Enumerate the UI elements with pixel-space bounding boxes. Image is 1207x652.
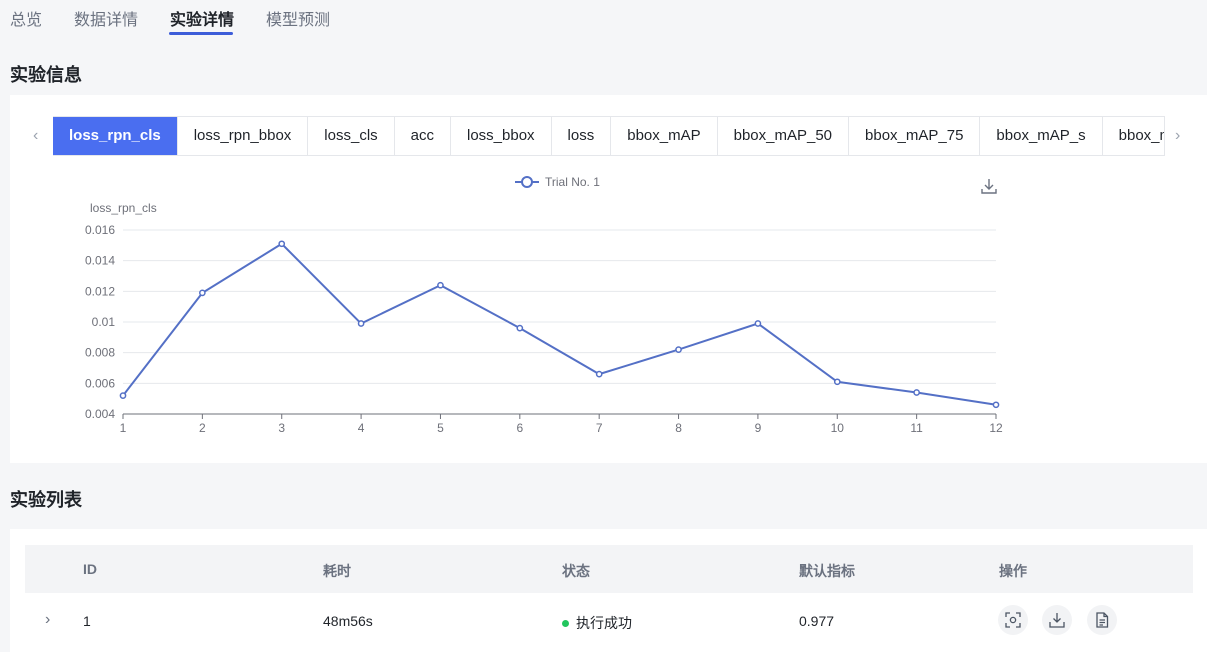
download-model-button[interactable] (1042, 605, 1072, 635)
metric-tab-bbox-mAP-m[interactable]: bbox_mAP_m (1103, 117, 1164, 155)
data-point (437, 281, 444, 289)
legend-label: Trial No. 1 (545, 175, 600, 189)
view-log-button[interactable] (1087, 605, 1117, 635)
metric-line-chart: 0.0040.0060.0080.010.0120.0140.0161 2 3 4 5 6… (85, 175, 1003, 435)
chevron-left-icon[interactable]: ‹ (33, 127, 38, 145)
experiment-list-title: 实验列表 (10, 490, 82, 510)
data-point (992, 401, 1000, 409)
legend-marker (521, 176, 533, 188)
x-tick-label: 2 (199, 421, 206, 435)
expand-row-icon[interactable]: › (45, 611, 50, 629)
scan-icon (1005, 612, 1021, 628)
download-icon (1049, 613, 1065, 628)
metric-tab-loss-cls[interactable]: loss_cls (308, 117, 395, 155)
y-tick-label: 0.014 (85, 254, 115, 268)
y-tick-label: 0.004 (85, 407, 115, 421)
x-tick-label: 7 (596, 421, 603, 435)
x-tick-label: 5 (437, 421, 444, 435)
data-point (278, 240, 286, 248)
metric-tab-bbox-mAP[interactable]: bbox_mAP (611, 117, 718, 155)
metric-tab-acc[interactable]: acc (395, 117, 451, 155)
y-tick-label: 0.012 (85, 284, 115, 298)
x-tick-label: 10 (831, 421, 845, 435)
x-tick-label: 1 (120, 421, 127, 435)
column-header-actions: 操作 (999, 563, 1027, 579)
metric-tab-loss-rpn-cls[interactable]: loss_rpn_cls (53, 117, 178, 155)
metric-tabs-bar: loss_rpn_cls loss_rpn_bbox loss_cls acc loss… (53, 116, 1165, 156)
series-line (122, 242, 997, 406)
data-point (357, 320, 365, 327)
column-header-id: ID (83, 561, 97, 577)
row-metric: 0.977 (799, 613, 835, 629)
metric-tab-loss-rpn-bbox[interactable]: loss_rpn_bbox (178, 117, 309, 155)
x-tick-label: 4 (358, 421, 365, 435)
data-point (913, 389, 920, 396)
row-id: 1 (83, 613, 91, 629)
x-tick-label: 11 (910, 421, 923, 435)
document-icon (1096, 612, 1109, 628)
metric-tab-bbox-mAP-50[interactable]: bbox_mAP_50 (718, 117, 850, 155)
row-duration: 48m56s (323, 613, 373, 629)
column-header-duration: 耗时 (323, 563, 351, 579)
view-screenshot-button[interactable] (998, 605, 1028, 635)
column-header-metric: 默认指标 (799, 563, 855, 579)
experiment-info-title: 实验信息 (10, 65, 82, 85)
y-tick-label: 0.008 (85, 346, 115, 360)
data-point (595, 370, 603, 378)
y-axis-label: loss_rpn_cls (90, 201, 157, 215)
column-header-status: 状态 (562, 563, 590, 579)
x-tick-label: 12 (989, 421, 1003, 435)
tab-data-details[interactable]: 数据详情 (74, 6, 138, 30)
x-tick-label: 3 (278, 421, 285, 435)
data-point (754, 320, 762, 327)
y-tick-label: 0.01 (92, 315, 116, 329)
metric-tab-loss-bbox[interactable]: loss_bbox (451, 117, 552, 155)
x-tick-label: 9 (755, 421, 762, 435)
row-status-text: 执行成功 (576, 615, 632, 631)
data-point (516, 324, 524, 332)
data-point (833, 378, 841, 386)
tab-experiment-details[interactable]: 实验详情 (170, 6, 234, 30)
chevron-right-icon[interactable]: › (1175, 127, 1180, 145)
metric-tab-loss[interactable]: loss (552, 117, 612, 155)
y-tick-label: 0.006 (85, 376, 115, 390)
table-header: ID 耗时 状态 默认指标 操作 (25, 545, 1193, 593)
x-tick-label: 6 (516, 421, 523, 435)
tab-overview[interactable]: 总览 (10, 6, 42, 30)
metric-tab-bbox-mAP-75[interactable]: bbox_mAP_75 (849, 117, 981, 155)
tab-model-prediction[interactable]: 模型预测 (266, 6, 330, 30)
data-point (199, 289, 206, 297)
row-status: 执行成功 (562, 613, 632, 633)
metric-tab-bbox-mAP-s[interactable]: bbox_mAP_s (980, 117, 1103, 155)
data-point (675, 346, 682, 353)
x-tick-label: 8 (675, 421, 682, 435)
data-point (119, 392, 127, 399)
status-success-dot (562, 620, 569, 627)
active-tab-indicator (169, 32, 233, 35)
y-tick-label: 0.016 (85, 223, 115, 237)
